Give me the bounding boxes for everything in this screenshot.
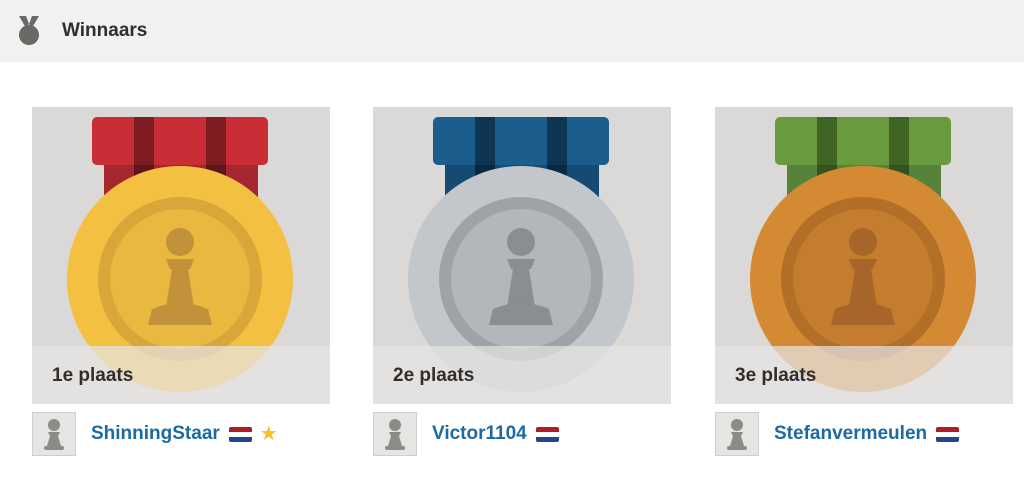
pawn-avatar-icon <box>44 419 64 450</box>
pawn-avatar-icon <box>727 419 747 450</box>
netherlands-flag-icon <box>228 426 252 442</box>
star-icon: ★ <box>259 423 278 445</box>
winner-player-row: Stefanvermeulen <box>715 412 1013 456</box>
silver-medal-image: 2e plaats <box>373 107 671 404</box>
avatar[interactable] <box>715 412 759 456</box>
avatar[interactable] <box>373 412 417 456</box>
medal-icon <box>19 16 39 45</box>
winner-card-3: 3e plaats Stefanvermeulen <box>715 107 1013 456</box>
page-title: Winnaars <box>62 20 148 41</box>
place-label: 2e plaats <box>393 365 475 386</box>
place-label: 1e plaats <box>52 365 134 386</box>
pawn-avatar-icon <box>385 419 405 450</box>
username-link[interactable]: Victor1104 <box>432 423 527 445</box>
bronze-medal-image: 3e plaats <box>715 107 1013 404</box>
winner-card-2: 2e plaats Victor1104 <box>373 107 671 456</box>
avatar[interactable] <box>32 412 76 456</box>
page-header: Winnaars <box>0 0 1024 62</box>
username-link[interactable]: ShinningStaar <box>91 423 220 445</box>
netherlands-flag-icon <box>535 426 559 442</box>
winner-player-row: ShinningStaar ★ <box>32 412 330 456</box>
netherlands-flag-icon <box>936 426 960 442</box>
gold-medal-image: 1e plaats <box>32 107 330 404</box>
username-link[interactable]: Stefanvermeulen <box>774 423 927 445</box>
place-label: 3e plaats <box>735 365 817 386</box>
winner-player-row: Victor1104 <box>373 412 671 456</box>
winner-card-1: 1e plaats ShinningStaar ★ <box>32 107 330 456</box>
winners-podium: 1e plaats ShinningStaar ★ 2e plaats Vict… <box>0 62 1024 483</box>
